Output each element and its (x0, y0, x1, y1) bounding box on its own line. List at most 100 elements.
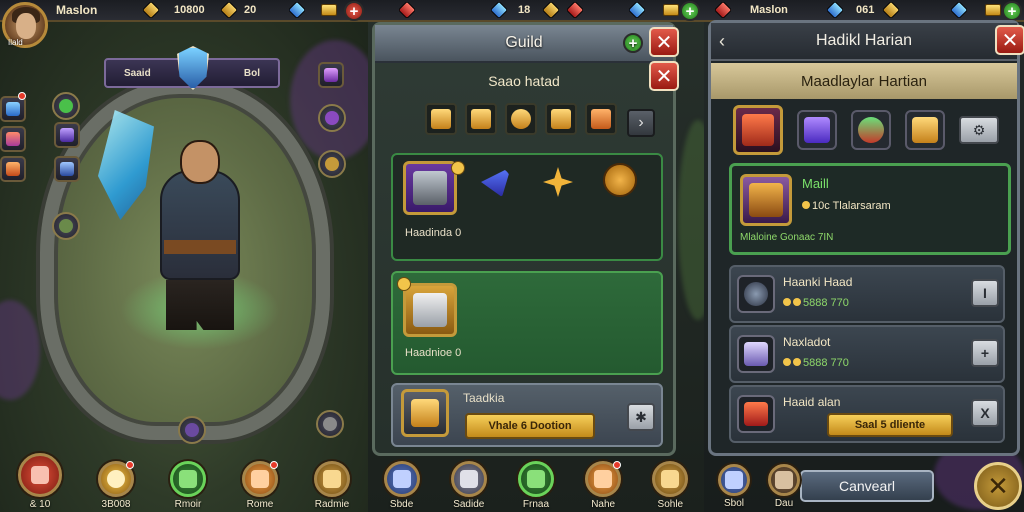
add-button[interactable]: + (623, 33, 643, 53)
next-arrow-button[interactable]: › (627, 109, 655, 137)
item-card-3[interactable]: Taadkia Vhale 6 Dootion ✱ (391, 383, 663, 447)
nav-helmet[interactable]: Sohle (652, 461, 689, 510)
nav-fist[interactable]: Rome (242, 461, 278, 510)
nav-target[interactable]: 3B008 (98, 461, 134, 510)
heart-icon (18, 453, 62, 497)
vale-button[interactable]: Vhale 6 Dootion (465, 413, 595, 439)
add-currency-button[interactable]: + (680, 1, 700, 21)
helmet-icon (652, 461, 689, 497)
heart-gem-icon (397, 0, 417, 20)
hud-gold: 061 (856, 4, 875, 16)
guild-subtitle: Saao hatad (488, 73, 560, 89)
gear-icon[interactable]: ✱ (627, 403, 655, 431)
shield-check-icon (517, 461, 554, 497)
cancel-button[interactable]: Canvearl (800, 470, 934, 502)
guild-window: Guild + ✕ ✕ Saao hatad › Haadinda 0 Haad… (372, 22, 679, 456)
close-icon[interactable]: ✕ (649, 27, 679, 57)
close-icon[interactable]: ✕ (995, 25, 1024, 55)
helmet-icon (314, 461, 350, 497)
fire-skill-button[interactable] (0, 156, 26, 182)
item-card-1[interactable]: Haadinda 0 (391, 153, 663, 261)
nav-label: Rmoir (174, 499, 202, 510)
featured-name: Maill (802, 176, 829, 191)
sword-icon (718, 464, 750, 496)
flame-icon[interactable] (505, 103, 537, 135)
check-icon[interactable] (52, 92, 80, 120)
hero-character[interactable] (98, 110, 280, 350)
bottom-nav: Sbde Sadide Frnaa Nahe Sohle (368, 454, 704, 512)
blade-skill-button[interactable] (54, 122, 80, 148)
row-action-button[interactable]: I (971, 279, 999, 307)
shop-row[interactable]: Naxladot 5888 770 + (729, 325, 1005, 383)
nav-sword[interactable]: Sbol (718, 464, 750, 509)
shop-row[interactable]: Haanki Haad 5888 770 I (729, 265, 1005, 323)
nav-label: Radmie (314, 499, 350, 510)
scroll-icon[interactable] (545, 103, 577, 135)
row-price: 5888 770 (783, 297, 849, 309)
feather-icon[interactable] (797, 110, 837, 150)
merchant-band: Maadlaylar Hartian (711, 63, 1017, 99)
add-currency-button[interactable]: + (344, 1, 364, 21)
rune-icon[interactable] (52, 212, 80, 240)
potion-icon[interactable] (851, 110, 891, 150)
crystal-icon (737, 335, 775, 373)
back-chevron-icon[interactable]: ‹ (719, 31, 725, 52)
nav-axe[interactable]: Sadide (450, 461, 487, 510)
star-icon (543, 167, 573, 197)
diamond-icon (489, 0, 509, 20)
star-badge-icon (451, 161, 465, 175)
coin-icon (321, 4, 337, 16)
crystal-button[interactable] (318, 62, 344, 88)
demon-mask-icon[interactable] (733, 105, 783, 155)
orb-button[interactable] (318, 104, 346, 132)
nav-shield[interactable]: Rmoir (170, 461, 206, 510)
gear-button[interactable]: ⚙ (959, 116, 999, 144)
gold-cube-icon[interactable] (425, 103, 457, 135)
resource-row (425, 103, 617, 135)
ring-icon (737, 275, 775, 313)
buy-button[interactable]: Saal 5 dliente (827, 413, 953, 437)
nav-heart[interactable]: & 10 (18, 453, 62, 510)
close-x-icon[interactable]: ✕ (974, 462, 1022, 510)
nav-sword[interactable]: Sbde (383, 461, 420, 510)
window-title: Guild (505, 34, 543, 51)
diamond-icon (627, 0, 647, 20)
nav-label: Sohle (657, 499, 684, 510)
nav-axe[interactable]: Dau (768, 464, 800, 509)
nav-shield[interactable]: Frnaa (517, 461, 554, 510)
row-action-button[interactable]: + (971, 339, 999, 367)
gold-gem-icon[interactable] (905, 110, 945, 150)
crate-icon[interactable] (585, 103, 617, 135)
star-badge-icon (397, 277, 411, 291)
top-hud: Maslon 061 + (704, 0, 1024, 22)
add-currency-button[interactable]: + (1002, 1, 1022, 21)
item-card-2[interactable]: Haadnioe 0 (391, 271, 663, 375)
sword-item-icon (403, 283, 457, 337)
diamond-icon (825, 0, 845, 20)
guild-titlebar: Guild + (375, 25, 673, 63)
nav-label: Sbde (389, 499, 414, 510)
settings-gear-icon[interactable] (316, 410, 344, 438)
nav-helmet[interactable]: Radmie (314, 461, 350, 510)
featured-footer: Mlaloine Gonaac 7IN (740, 232, 834, 243)
avatar-label: Ilald (8, 38, 23, 47)
amulet-button[interactable] (318, 150, 346, 178)
featured-item-card[interactable]: Maill 10c Tlalarsaram Mlaloine Gonaac 7I… (729, 163, 1011, 255)
magic-skill-button[interactable] (0, 126, 26, 152)
axe-icon (768, 464, 800, 496)
portal-button[interactable] (178, 416, 206, 444)
shop-row[interactable]: Haaid alan Saal 5 dliente X (729, 385, 1005, 443)
hud-count: 18 (518, 4, 531, 16)
ribbon-left-label: Saaid (124, 67, 151, 79)
chest-icon[interactable] (465, 103, 497, 135)
coin-icon (985, 4, 1001, 16)
dagger-skill-button[interactable] (54, 156, 80, 182)
nav-fist[interactable]: Nahe (585, 461, 622, 510)
hud-name: Maslon (750, 4, 788, 16)
nav-label: Rome (246, 499, 274, 510)
bottom-nav: & 10 3B008 Rmoir Rome Radmie (0, 453, 368, 512)
row-action-button[interactable]: X (971, 399, 999, 427)
row-name: Naxladot (783, 335, 831, 349)
nav-label: Dau (774, 498, 794, 509)
gem-icon (219, 0, 239, 20)
